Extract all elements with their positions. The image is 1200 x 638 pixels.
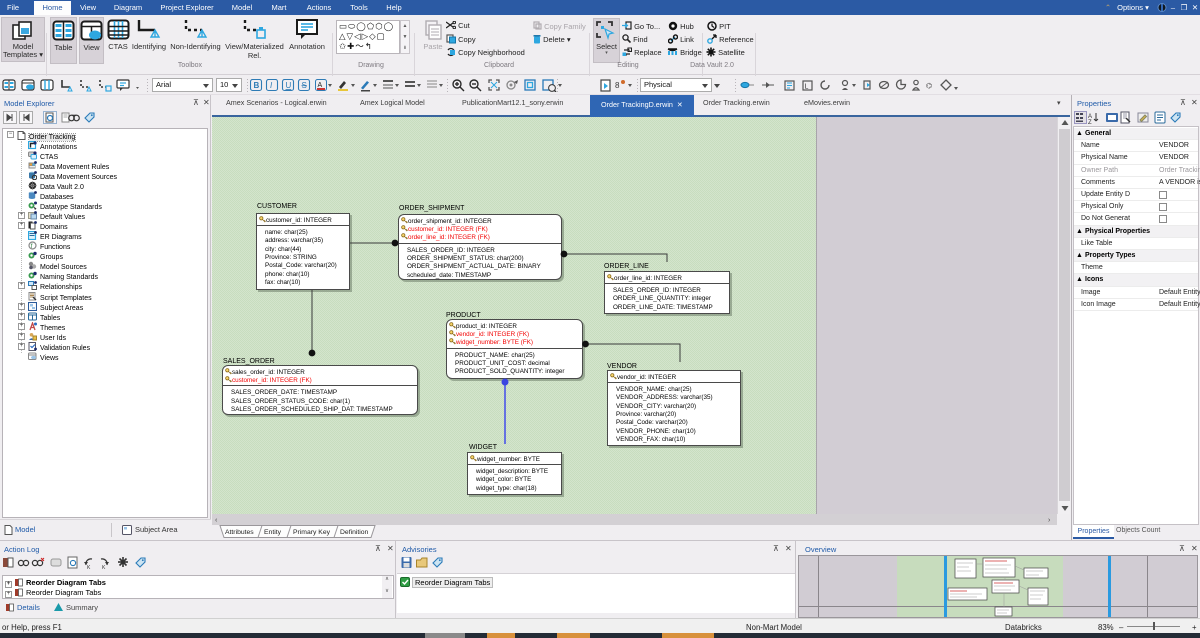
svg-text:K: K [102,565,106,571]
svg-text:Definition: Definition [340,529,369,536]
svg-text:A: A [318,82,323,89]
svg-text:U: U [286,81,292,90]
svg-text:⌬: ⌬ [926,82,932,90]
svg-text:S: S [302,81,307,90]
svg-text:Entity: Entity [264,529,282,536]
svg-text:I: I [270,81,273,90]
svg-text:Z: Z [1088,120,1092,125]
svg-text:K: K [87,565,91,571]
svg-text:Primary Key: Primary Key [293,529,331,536]
svg-text:8: 8 [615,81,620,90]
svg-text:B: B [254,81,260,90]
svg-text:L: L [805,84,809,91]
svg-text:Attributes: Attributes [225,529,254,536]
